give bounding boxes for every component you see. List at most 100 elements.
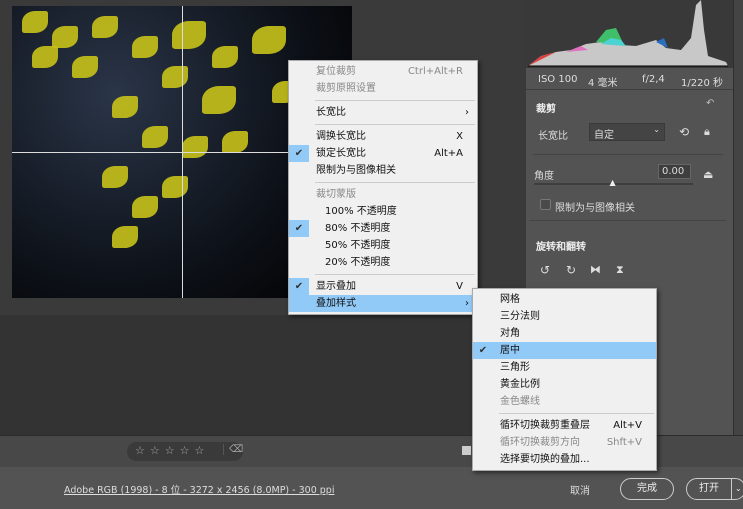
aspect-label: 长宽比 xyxy=(538,131,568,142)
menu-item-label: 100% 不透明度 xyxy=(325,206,397,217)
constrain-checkbox[interactable] xyxy=(540,199,551,210)
exif-focal-length: 4 毫米 xyxy=(588,78,618,89)
cancel-button[interactable]: 取消 xyxy=(570,482,590,497)
flip-horizontal-icon[interactable]: ⧓ xyxy=(590,263,601,276)
menu-item-label: 三角形 xyxy=(500,362,530,373)
overlay-style-submenu: 网格 三分法则 对角 ✔ 居中 三角形 黄金比例 金色螺线 循环切换裁剪重叠层 Alt+V 循环切换… xyxy=(472,288,657,471)
crop-context-menu: 复位裁剪 Ctrl+Alt+R 裁剪原照设置 长宽比 › 调换长宽比 X ✔ 锁定长宽比 Alt+… xyxy=(288,60,478,315)
rotate-left-icon[interactable]: ↺ xyxy=(540,263,550,277)
done-button[interactable]: 完成 xyxy=(620,478,674,500)
menu-item[interactable]: 叠加样式 › xyxy=(289,295,477,312)
swap-orientation-icon[interactable]: ⟲ xyxy=(679,125,689,139)
menu-item-label: 限制为与图像相关 xyxy=(316,165,396,176)
menu-item-label: 裁剪原照设置 xyxy=(316,83,376,94)
menu-item[interactable]: 网格 xyxy=(473,291,656,308)
menu-shortcut: X xyxy=(456,131,463,142)
menu-item[interactable]: 长宽比 › xyxy=(289,104,477,121)
trash-icon[interactable]: ⌫ xyxy=(223,444,243,455)
menu-item[interactable]: ✔ 80% 不透明度 xyxy=(289,220,477,237)
menu-item[interactable]: 100% 不透明度 xyxy=(289,203,477,220)
menu-item[interactable]: 三分法则 xyxy=(473,308,656,325)
angle-slider-thumb[interactable]: ▲ xyxy=(610,178,616,187)
menu-item-label: 锁定长宽比 xyxy=(316,148,366,159)
aspect-ratio-dropdown[interactable]: 自定 ⌄ xyxy=(589,123,665,141)
menu-shortcut: Alt+V xyxy=(613,420,642,431)
menu-item-label: 裁切蒙版 xyxy=(316,189,356,200)
menu-item[interactable]: 循环切换裁剪重叠层 Alt+V xyxy=(473,417,656,434)
menu-item-label: 三分法则 xyxy=(500,311,540,322)
footer-bar: Adobe RGB (1998) - 8 位 - 3272 x 2456 (8.… xyxy=(0,467,743,509)
canvas-background xyxy=(0,315,525,435)
menu-item[interactable]: 限制为与图像相关 xyxy=(289,162,477,179)
menu-item-label: 循环切换裁剪方向 xyxy=(500,437,580,448)
menu-item[interactable]: 黄金比例 xyxy=(473,376,656,393)
menu-shortcut: Shft+V xyxy=(606,437,642,448)
menu-separator xyxy=(315,124,475,125)
menu-item[interactable]: 选择要切换的叠加... xyxy=(473,451,656,468)
angle-value: 0.00 xyxy=(662,166,685,177)
check-icon: ✔ xyxy=(289,278,309,295)
check-icon: ✔ xyxy=(289,220,309,237)
menu-item-label: 黄金比例 xyxy=(500,379,540,390)
menu-separator xyxy=(315,100,475,101)
menu-item[interactable]: 20% 不透明度 xyxy=(289,254,477,271)
menu-item[interactable]: 三角形 xyxy=(473,359,656,376)
menu-item: 复位裁剪 Ctrl+Alt+R xyxy=(289,63,477,80)
menu-item-label: 20% 不透明度 xyxy=(325,257,391,268)
angle-input[interactable]: 0.00 xyxy=(658,164,691,179)
menu-item: 裁切蒙版 xyxy=(289,186,477,203)
chevron-down-icon: ⌄ xyxy=(653,125,660,134)
chevron-right-icon: › xyxy=(465,107,469,118)
menu-separator xyxy=(315,182,475,183)
file-info-link[interactable]: Adobe RGB (1998) - 8 位 - 3272 x 2456 (8.… xyxy=(64,482,334,496)
star-rating[interactable]: ☆☆☆☆☆ xyxy=(135,444,209,457)
menu-item-label: 选择要切换的叠加... xyxy=(500,454,590,465)
menu-item-label: 长宽比 xyxy=(316,107,346,118)
menu-item[interactable]: ✔ 锁定长宽比 Alt+A xyxy=(289,145,477,162)
menu-item-label: 复位裁剪 xyxy=(316,66,356,77)
menu-item-label: 居中 xyxy=(500,345,520,356)
constrain-label: 限制为与图像相关 xyxy=(555,203,635,214)
compare-toggle[interactable] xyxy=(462,446,471,455)
histogram xyxy=(526,0,734,68)
menu-item[interactable]: 对角 xyxy=(473,325,656,342)
menu-shortcut: V xyxy=(456,281,463,292)
flip-vertical-icon[interactable]: ⧗ xyxy=(616,263,624,277)
menu-item-label: 循环切换裁剪重叠层 xyxy=(500,420,590,431)
menu-item-label: 调换长宽比 xyxy=(316,131,366,142)
aspect-ratio-value: 自定 xyxy=(594,130,614,141)
right-toolbar xyxy=(733,0,743,467)
exif-iso: ISO 100 xyxy=(538,74,578,85)
menu-item[interactable]: ✔ 居中 xyxy=(473,342,656,359)
menu-shortcut: Ctrl+Alt+R xyxy=(407,66,463,77)
open-label: 打开 xyxy=(699,483,719,494)
open-options-chevron-icon[interactable]: ⌄ xyxy=(731,479,742,499)
check-icon: ✔ xyxy=(473,342,493,359)
menu-separator xyxy=(499,413,654,414)
menu-separator xyxy=(315,274,475,275)
menu-shortcut: Alt+A xyxy=(434,148,463,159)
menu-item[interactable]: ✔ 显示叠加 V xyxy=(289,278,477,295)
menu-item-label: 对角 xyxy=(500,328,520,339)
menu-item-label: 叠加样式 xyxy=(316,298,356,309)
menu-item: 金色螺线 xyxy=(473,393,656,410)
straighten-tool-icon[interactable]: ⏏ xyxy=(703,168,713,181)
open-button[interactable]: 打开 ⌄ xyxy=(686,478,743,500)
chevron-right-icon: › xyxy=(465,298,469,309)
reset-crop-icon[interactable]: ↶ xyxy=(706,98,714,109)
crop-section-title: 裁剪 xyxy=(536,104,556,115)
menu-item: 裁剪原照设置 xyxy=(289,80,477,97)
menu-item[interactable]: 调换长宽比 X xyxy=(289,128,477,145)
menu-item-label: 50% 不透明度 xyxy=(325,240,391,251)
histogram-graph xyxy=(528,0,728,67)
angle-label: 角度 xyxy=(534,171,554,182)
exif-shutter: 1/220 秒 xyxy=(681,78,723,89)
menu-item-label: 80% 不透明度 xyxy=(325,223,391,234)
menu-item[interactable]: 50% 不透明度 xyxy=(289,237,477,254)
lock-icon[interactable]: 🔒︎ xyxy=(704,125,710,139)
menu-item-label: 金色螺线 xyxy=(500,396,540,407)
exif-aperture: f/2,4 xyxy=(642,74,665,85)
rating-bar: ☆☆☆☆☆ ⌫ xyxy=(127,442,243,461)
rotate-right-icon[interactable]: ↻ xyxy=(566,263,576,277)
rotate-section-title: 旋转和翻转 xyxy=(536,242,586,253)
